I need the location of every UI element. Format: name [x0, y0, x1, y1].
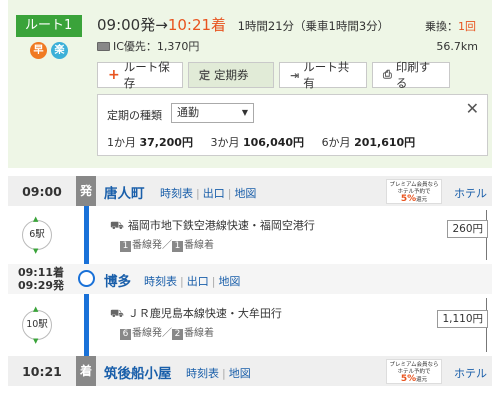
timetable-link[interactable]: 時刻表	[186, 367, 219, 380]
arrival-marker: 着	[76, 356, 96, 386]
transfer-label: 乗換：	[425, 20, 458, 33]
share-route-button[interactable]: ⇥ ルート共有	[279, 60, 367, 90]
action-buttons: + ルート保存 定 定期券 ⇥ ルート共有 ⎙ 印刷する	[97, 60, 450, 90]
pass-type-select[interactable]: 通勤 ▼	[171, 103, 254, 123]
timetable-link[interactable]: 時刻表	[160, 187, 193, 200]
pass-price-1m: 1か月 37,200円	[107, 136, 193, 149]
easy-icon: 楽	[51, 42, 68, 59]
arrival-time: 10:21	[167, 16, 212, 34]
station-row-tojinmachi: 09:00 発 唐人町 時刻表 | 出口 | 地図 プレミアム会員なら ホテル予約で 5…	[8, 176, 492, 206]
hotel-promo-banner[interactable]: プレミアム会員なら ホテル予約で 5%還元	[386, 359, 442, 384]
route-detail: 09:00 発 唐人町 時刻表 | 出口 | 地図 プレミアム会員なら ホテル予約で 5…	[8, 176, 492, 386]
map-link[interactable]: 地図	[234, 187, 256, 200]
transfer-station-marker	[78, 270, 95, 287]
route-summary: ルート1 早 楽 09:00発→10:21着 1時間21分（乗車1時間3分） 乗…	[8, 0, 492, 168]
ic-card-icon	[97, 41, 110, 51]
print-icon: ⎙	[383, 68, 392, 81]
print-label: 印刷する	[395, 60, 431, 90]
transfer-unit: 回	[465, 20, 476, 33]
platform-info: 6 番線発／ 2 番線着	[120, 324, 214, 340]
share-icon: ⇥	[290, 68, 300, 82]
chevron-up-icon: ▲	[33, 305, 39, 313]
chevron-down-icon: ▼	[33, 337, 39, 345]
fare-range-line	[486, 238, 487, 260]
timetable-link[interactable]: 時刻表	[144, 275, 177, 288]
chevron-down-icon: ▼	[241, 108, 248, 117]
segment-fare: 260円	[447, 220, 488, 238]
station-time: 10:21	[22, 364, 62, 379]
print-button[interactable]: ⎙ 印刷する	[372, 60, 450, 90]
pass-price-6m: 6か月 201,610円	[321, 136, 416, 149]
commuter-pass-button[interactable]: 定 定期券	[188, 62, 274, 88]
transfer-number: 1	[458, 20, 465, 33]
commuter-pass-icon: 定	[199, 69, 210, 82]
stops-toggle[interactable]: ▲ 6駅 ▼	[22, 215, 52, 255]
map-link[interactable]: 地図	[229, 367, 251, 380]
pass-price-3m: 3か月 106,040円	[210, 136, 305, 149]
station-links: 時刻表 | 地図	[186, 367, 251, 380]
line-name: ⛟ ＪＲ鹿児島本線快速・大牟田行	[110, 307, 282, 320]
share-route-label: ルート共有	[303, 60, 350, 90]
exit-link[interactable]: 出口	[203, 187, 225, 200]
ic-fare: IC優先：1,370円	[113, 40, 200, 53]
commuter-pass-panel: 定期の種類 通勤 ▼ ✕ 1か月 37,200円 3か月 106,040円 6か…	[97, 94, 488, 156]
stops-toggle[interactable]: ▲ 10駅 ▼	[22, 305, 52, 345]
save-route-label: ルート保存	[123, 60, 170, 90]
fare-range-line	[486, 328, 487, 352]
segment-fare: 1,110円	[437, 310, 488, 328]
fare-range-line	[486, 298, 487, 310]
station-times: 09:11着 09:29発	[17, 266, 64, 292]
hotel-promo-banner[interactable]: プレミアム会員なら ホテル予約で 5%還元	[386, 179, 442, 204]
station-name[interactable]: 唐人町	[104, 182, 145, 202]
fast-icon: 早	[30, 42, 47, 59]
hotel-link[interactable]: ホテル	[454, 185, 487, 201]
station-links: 時刻表 | 出口 | 地図	[144, 275, 241, 288]
pass-type-value: 通勤	[177, 106, 199, 119]
station-time: 09:00	[22, 184, 62, 199]
save-route-button[interactable]: + ルート保存	[97, 60, 183, 90]
route-feature-icons: 早 楽	[30, 42, 68, 59]
close-icon[interactable]: ✕	[466, 99, 479, 118]
departure-time: 09:00	[97, 16, 141, 34]
segment-1: ▲ 6駅 ▼ ⛟ 福岡市地下鉄空港線快速・福岡空港行 1 番線発／ 1 番線着 260円	[8, 206, 492, 264]
train-icon: ⛟	[110, 219, 124, 232]
arrival-suffix: 着	[211, 16, 227, 34]
line-name: ⛟ 福岡市地下鉄空港線快速・福岡空港行	[110, 219, 315, 232]
departure-marker: 発	[76, 176, 96, 206]
duration: 1時間21分（乗車1時間3分）	[237, 19, 390, 33]
fare-line: IC優先：1,370円	[97, 38, 199, 54]
platform-info: 1 番線発／ 1 番線着	[120, 236, 214, 252]
chevron-down-icon: ▼	[33, 247, 39, 255]
plus-icon: +	[108, 67, 120, 83]
pass-type-label: 定期の種類	[107, 109, 162, 122]
distance: 56.7km	[436, 40, 478, 53]
hotel-link[interactable]: ホテル	[454, 365, 487, 381]
pass-prices: 1か月 37,200円 3か月 106,040円 6か月 201,610円	[107, 134, 429, 150]
chevron-up-icon: ▲	[33, 215, 39, 223]
departure-suffix: 発→	[140, 16, 168, 34]
station-links: 時刻表 | 出口 | 地図	[160, 187, 257, 200]
transfer-count: 乗換：1回	[425, 18, 476, 34]
station-row-chikugo-funagoya: 10:21 着 筑後船小屋 時刻表 | 地図 プレミアム会員なら ホテル予約で 5%…	[8, 356, 492, 386]
train-icon: ⛟	[110, 307, 124, 320]
route-badge[interactable]: ルート1	[16, 15, 82, 37]
segment-2: ▲ 10駅 ▼ ⛟ ＪＲ鹿児島本線快速・大牟田行 6 番線発／ 2 番線着 1,110円	[8, 294, 492, 356]
station-name[interactable]: 博多	[104, 270, 131, 290]
exit-link[interactable]: 出口	[187, 275, 209, 288]
map-link[interactable]: 地図	[218, 275, 240, 288]
commuter-pass-label: 定期券	[214, 68, 249, 82]
station-name[interactable]: 筑後船小屋	[104, 362, 172, 382]
fare-range-line	[486, 210, 487, 220]
route-time-line: 09:00発→10:21着 1時間21分（乗車1時間3分）	[97, 14, 389, 35]
